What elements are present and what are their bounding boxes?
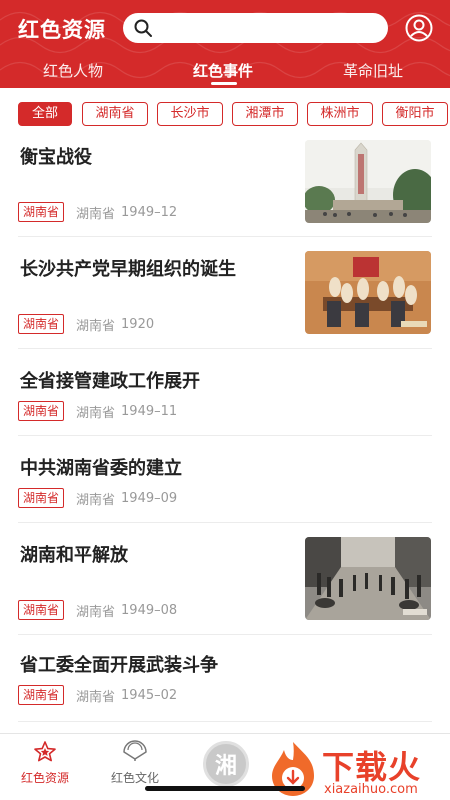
app-title: 红色资源: [18, 18, 106, 42]
star-icon: [34, 741, 56, 762]
event-place: 湖南省: [76, 206, 116, 222]
region-filter-bar: 全部 湖南省 长沙市 湘潭市 株洲市 衡阳市: [0, 102, 450, 128]
active-tab-indicator: [211, 82, 237, 85]
app-screen: 红色资源 红色人物 红色事件 革命旧址 全部 湖南省 长沙市 湘潭市 株洲市 衡…: [0, 0, 450, 800]
monument-photo: [305, 140, 431, 223]
list-item[interactable]: 省工委全面开展武装斗争 湖南省 湖南省 1945–02: [18, 635, 432, 722]
filter-chip-hengyang[interactable]: 衡阳市: [382, 102, 448, 126]
parade-photo: [305, 537, 431, 620]
filter-chip-zhuzhou[interactable]: 株洲市: [307, 102, 373, 126]
event-place: 湖南省: [76, 604, 116, 620]
search-input[interactable]: [123, 13, 388, 43]
header-bar: 红色资源 红色人物 红色事件 革命旧址: [0, 0, 450, 88]
event-meta: 湖南省 湖南省 1949–12: [18, 202, 177, 222]
tab-red-events[interactable]: 红色事件: [193, 60, 253, 81]
watermark-url: xiazaihuo.com: [324, 782, 418, 797]
home-indicator: [145, 786, 305, 791]
event-title: 省工委全面开展武装斗争: [20, 655, 218, 676]
nav-red-resources[interactable]: 红色资源: [18, 740, 72, 786]
event-title: 衡宝战役: [20, 147, 92, 168]
nav-red-culture[interactable]: 红色文化: [108, 740, 162, 786]
event-place: 湖南省: [76, 318, 116, 334]
nav-label: 红色文化: [110, 771, 159, 785]
filter-chip-hunan[interactable]: 湖南省: [82, 102, 148, 126]
center-hunan-button[interactable]: 湘: [203, 741, 249, 787]
user-avatar-icon[interactable]: [405, 14, 433, 42]
region-tag: 湖南省: [18, 600, 65, 620]
event-meta: 湖南省 湖南省 1949–09: [18, 488, 177, 508]
tab-revolutionary-sites[interactable]: 革命旧址: [343, 60, 403, 81]
search-icon: [134, 19, 152, 37]
filter-chip-changsha[interactable]: 长沙市: [157, 102, 223, 126]
filter-chip-xiangtan[interactable]: 湘潭市: [232, 102, 298, 126]
nav-label: 红色资源: [20, 771, 69, 785]
event-title: 长沙共产党早期组织的诞生: [20, 259, 236, 280]
list-item[interactable]: 中共湖南省委的建立 湖南省 湖南省 1949–09: [18, 436, 432, 523]
region-tag: 湖南省: [18, 685, 65, 705]
event-title: 中共湖南省委的建立: [20, 458, 182, 479]
meeting-painting: [305, 251, 431, 334]
list-item[interactable]: 湖南和平解放 湖南省 湖南省 1949–08: [18, 523, 432, 635]
event-date: 1949–12: [121, 204, 178, 220]
fan-icon: [123, 740, 147, 761]
region-tag: 湖南省: [18, 401, 65, 421]
event-meta: 湖南省 湖南省 1945–02: [18, 685, 177, 705]
event-title: 湖南和平解放: [20, 545, 128, 566]
category-tabs: 红色人物 红色事件 革命旧址: [0, 56, 450, 88]
event-date: 1949–08: [121, 602, 178, 618]
event-title: 全省接管建政工作展开: [20, 371, 200, 392]
event-place: 湖南省: [76, 689, 116, 705]
region-tag: 湖南省: [18, 488, 65, 508]
event-date: 1949–09: [121, 490, 178, 506]
list-item[interactable]: 全省接管建政工作展开 湖南省 湖南省 1949–11: [18, 349, 432, 436]
event-meta: 湖南省 湖南省 1949–08: [18, 600, 177, 620]
event-date: 1920: [121, 316, 155, 332]
list-item[interactable]: 衡宝战役 湖南省 湖南省 1949–12: [18, 136, 432, 237]
region-tag: 湖南省: [18, 202, 65, 222]
event-meta: 湖南省 湖南省 1949–11: [18, 401, 177, 421]
filter-chip-all[interactable]: 全部: [18, 102, 72, 126]
event-place: 湖南省: [76, 492, 116, 508]
list-item[interactable]: 长沙共产党早期组织的诞生 湖南省 湖南省 1920: [18, 237, 432, 349]
event-place: 湖南省: [76, 405, 116, 421]
event-meta: 湖南省 湖南省 1920: [18, 314, 154, 334]
event-date: 1949–11: [121, 403, 178, 419]
tab-red-figures[interactable]: 红色人物: [43, 60, 103, 81]
event-date: 1945–02: [121, 687, 178, 703]
region-tag: 湖南省: [18, 314, 65, 334]
